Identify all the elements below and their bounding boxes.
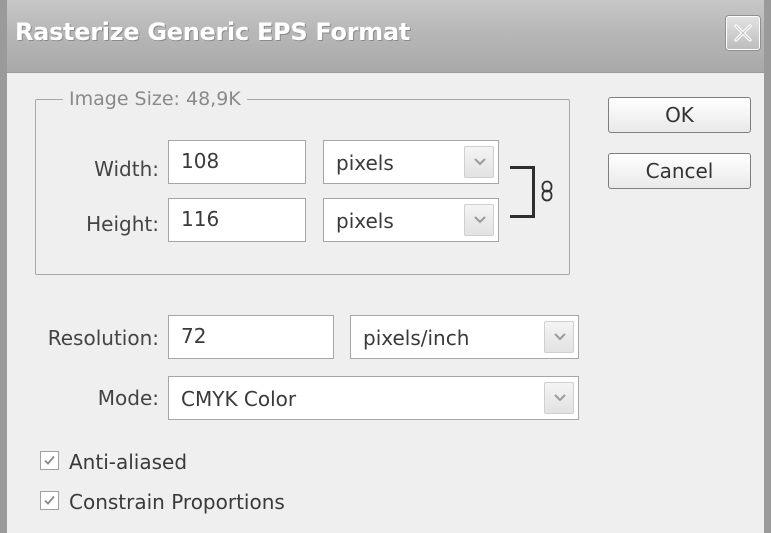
mode-select[interactable]: CMYK Color [168,376,579,420]
height-unit-dropdown-button[interactable] [464,204,494,236]
cancel-button[interactable]: Cancel [608,153,751,189]
chain-link-icon [541,180,553,202]
height-label: Height: [86,212,159,236]
width-label: Width: [94,157,159,181]
close-button[interactable] [726,16,760,50]
constrain-bracket-top [510,166,522,169]
ok-button[interactable]: OK [608,97,751,133]
checkmark-icon [44,455,55,465]
title-bar[interactable]: Rasterize Generic EPS Format [7,0,764,73]
constrain-bracket-bottom [510,215,522,218]
mode-dropdown-button[interactable] [544,382,574,414]
resolution-label: Resolution: [47,326,159,350]
mode-label: Mode: [97,386,159,410]
anti-aliased-checkbox[interactable] [40,451,59,470]
resolution-field[interactable]: 72 [168,315,334,359]
constrain-bracket [521,166,535,218]
resolution-unit-value: pixels/inch [363,326,470,350]
width-unit-select[interactable]: pixels [323,140,499,184]
rasterize-eps-dialog: Rasterize Generic EPS Format Image Size:… [0,0,771,533]
width-unit-dropdown-button[interactable] [464,146,494,178]
mode-value: CMYK Color [181,387,297,411]
checkmark-icon [44,495,55,505]
constrain-proportions-checkbox[interactable] [40,491,59,510]
width-field[interactable]: 108 [168,140,306,184]
image-size-group [35,99,570,275]
close-icon [734,24,752,42]
width-unit-value: pixels [336,151,394,175]
constrain-proportions-label[interactable]: Constrain Proportions [69,490,285,514]
anti-aliased-label[interactable]: Anti-aliased [69,450,187,474]
resolution-unit-select[interactable]: pixels/inch [350,315,579,359]
height-unit-value: pixels [336,209,394,233]
resolution-unit-dropdown-button[interactable] [544,321,574,353]
chevron-down-icon [474,158,486,166]
chevron-down-icon [474,216,486,224]
chevron-down-icon [554,333,566,341]
chevron-down-icon [554,394,566,402]
image-size-legend: Image Size: 48,9K [63,88,247,110]
height-unit-select[interactable]: pixels [323,198,499,242]
window-title: Rasterize Generic EPS Format [15,18,411,46]
height-field[interactable]: 116 [168,198,306,242]
